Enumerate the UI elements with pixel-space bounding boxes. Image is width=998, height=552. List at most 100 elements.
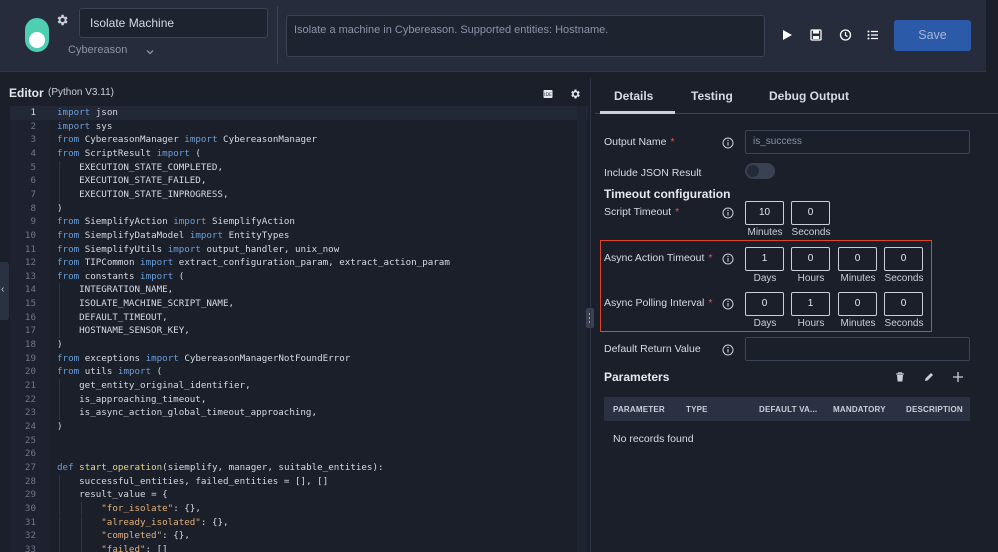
- line-number: 30: [24, 502, 36, 514]
- code-line[interactable]: 13 from constants import (: [10, 270, 588, 284]
- code-line[interactable]: 29 result_value = {: [10, 488, 588, 502]
- code-text: def start_operation(siemplify, manager, …: [57, 461, 384, 473]
- code-line[interactable]: 22 is_approaching_timeout,: [10, 393, 588, 407]
- column-header[interactable]: TYPE: [686, 405, 708, 414]
- info-icon[interactable]: [722, 343, 734, 356]
- script-timeout-minutes[interactable]: 10: [745, 201, 784, 225]
- code-line[interactable]: 19 from exceptions import CybereasonManag…: [10, 352, 588, 366]
- code-line[interactable]: 23 is_async_action_global_timeout_approa…: [10, 406, 588, 420]
- default-return-input[interactable]: [745, 337, 970, 361]
- parameters-title: Parameters: [604, 370, 670, 384]
- code-line[interactable]: 31 "already_isolated": {},: [10, 516, 588, 530]
- default-return-label: Default Return Value: [604, 343, 701, 355]
- line-number: 25: [24, 434, 36, 446]
- enable-toggle[interactable]: [25, 18, 49, 52]
- line-number: 13: [24, 270, 36, 282]
- indent-guide: [59, 501, 60, 516]
- code-text: DEFAULT_TIMEOUT,: [79, 311, 168, 323]
- code-line[interactable]: 18): [10, 338, 588, 352]
- editor-language: (Python V3.11): [48, 87, 114, 98]
- code-text: from TIPCommon import extract_configurat…: [57, 257, 450, 269]
- code-line[interactable]: 27 def start_operation(siemplify, manager…: [10, 461, 588, 475]
- indent-guide: [59, 297, 60, 311]
- trash-icon[interactable]: [894, 370, 906, 382]
- code-line[interactable]: 9 from SiemplifyAction import SiemplifyAc…: [10, 215, 588, 229]
- code-line[interactable]: 10 from SiemplifyDataModel import EntityT…: [10, 229, 588, 243]
- code-line[interactable]: 33 "failed": []: [10, 543, 588, 552]
- code-line[interactable]: 21 get_entity_original_identifier,: [10, 379, 588, 393]
- code-line[interactable]: 7 EXECUTION_STATE_INPROGRESS,: [10, 188, 588, 202]
- indent-guide: [59, 474, 60, 489]
- column-header[interactable]: MANDATORY: [833, 405, 886, 414]
- code-line[interactable]: 16 DEFAULT_TIMEOUT,: [10, 311, 588, 325]
- action-name-input[interactable]: Isolate Machine: [79, 8, 268, 38]
- code-line[interactable]: 24): [10, 420, 588, 434]
- code-line[interactable]: 4 from ScriptResult import (: [10, 147, 588, 161]
- indent-guide: [59, 283, 60, 298]
- line-number: 6: [30, 175, 36, 187]
- line-number: 7: [30, 188, 36, 200]
- code-line[interactable]: 2 import sys: [10, 120, 588, 134]
- indent-guide: [81, 529, 82, 543]
- code-line[interactable]: 26: [10, 447, 588, 461]
- history-icon[interactable]: [838, 28, 852, 42]
- code-line[interactable]: 1 import json: [10, 106, 588, 120]
- description-input[interactable]: Isolate a machine in Cybereason. Support…: [286, 15, 765, 57]
- code-line[interactable]: 5 EXECUTION_STATE_COMPLETED,: [10, 161, 588, 175]
- code-text: "for_isolate": {},: [101, 502, 201, 514]
- editor-scrollbar[interactable]: [577, 106, 586, 552]
- include-json-toggle[interactable]: [745, 163, 775, 179]
- chevron-down-icon[interactable]: [144, 45, 156, 57]
- column-header[interactable]: PARAMETER: [613, 405, 665, 414]
- indent-guide: [59, 406, 60, 420]
- code-line[interactable]: 30 "for_isolate": {},: [10, 502, 588, 516]
- output-name-input[interactable]: is_success: [745, 130, 970, 154]
- column-header[interactable]: DESCRIPTION: [906, 405, 963, 414]
- save-button[interactable]: Save: [894, 20, 971, 51]
- code-line[interactable]: 6 EXECUTION_STATE_FAILED,: [10, 174, 588, 188]
- code-line[interactable]: 15 ISOLATE_MACHINE_SCRIPT_NAME,: [10, 297, 588, 311]
- code-text: is_async_action_global_timeout_approachi…: [79, 407, 318, 419]
- tab-debug-output[interactable]: Debug Output: [769, 89, 849, 103]
- code-editor[interactable]: 1 import json 2 import sys 3 from CybereasonM…: [10, 106, 588, 552]
- include-json-label: Include JSON Result: [604, 167, 702, 179]
- line-number: 14: [24, 284, 36, 296]
- indent-guide: [59, 187, 60, 202]
- code-line[interactable]: 32 "completed": {},: [10, 529, 588, 543]
- integration-select[interactable]: Cybereason: [68, 44, 127, 56]
- play-icon[interactable]: [780, 28, 794, 42]
- line-number: 24: [24, 420, 36, 432]
- collapse-sidebar-button[interactable]: ‹: [0, 262, 9, 320]
- code-text: "failed": []: [101, 543, 168, 552]
- line-number: 8: [30, 202, 36, 214]
- code-line[interactable]: 12 from TIPCommon import extract_configur…: [10, 256, 588, 270]
- script-timeout-seconds[interactable]: 0: [791, 201, 830, 225]
- code-text: ): [57, 202, 63, 214]
- code-line[interactable]: 8): [10, 202, 588, 216]
- edit-icon[interactable]: [923, 370, 935, 382]
- tab-testing[interactable]: Testing: [691, 89, 733, 103]
- line-number: 3: [30, 134, 36, 146]
- save-file-icon[interactable]: [809, 28, 823, 42]
- plus-icon[interactable]: [952, 370, 964, 382]
- gear-icon[interactable]: [55, 13, 71, 29]
- column-header[interactable]: DEFAULT VA...: [759, 405, 817, 414]
- code-line[interactable]: 14 INTEGRATION_NAME,: [10, 283, 588, 297]
- code-line[interactable]: 11 from SiemplifyUtils import output_hand…: [10, 243, 588, 257]
- indent-guide: [81, 501, 82, 516]
- ide-icon[interactable]: IDE: [542, 87, 554, 99]
- timeout-section-title: Timeout configuration: [604, 187, 731, 201]
- code-line[interactable]: 17 HOSTNAME_SENSOR_KEY,: [10, 324, 588, 338]
- line-number: 9: [30, 216, 36, 228]
- settings-icon[interactable]: [569, 87, 581, 99]
- info-icon[interactable]: [722, 206, 734, 219]
- tab-details[interactable]: Details: [614, 89, 653, 103]
- code-text: EXECUTION_STATE_FAILED,: [79, 175, 207, 187]
- info-icon[interactable]: [722, 136, 734, 149]
- code-line[interactable]: 20 from utils import (: [10, 365, 588, 379]
- code-line[interactable]: 28 successful_entities, failed_entities …: [10, 475, 588, 489]
- code-line[interactable]: 25: [10, 434, 588, 448]
- list-icon[interactable]: [866, 28, 880, 42]
- code-line[interactable]: 3 from CybereasonManager import Cybereaso…: [10, 133, 588, 147]
- code-text: from CybereasonManager import Cybereason…: [57, 134, 318, 146]
